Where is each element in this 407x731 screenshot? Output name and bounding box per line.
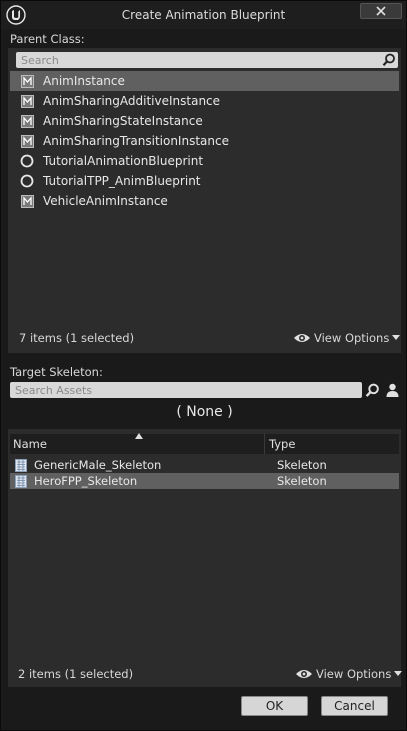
class-icon bbox=[20, 194, 34, 208]
parent-class-item-count: 7 items (1 selected) bbox=[19, 331, 135, 345]
parent-class-search-bar bbox=[16, 52, 398, 68]
search-icon bbox=[382, 53, 395, 66]
column-divider[interactable] bbox=[264, 434, 265, 454]
table-row[interactable]: GenericMale_Skeleton Skeleton bbox=[10, 457, 399, 473]
parent-class-label: Parent Class: bbox=[10, 32, 85, 46]
skeleton-search-input[interactable] bbox=[10, 382, 362, 398]
title-bar[interactable]: Create Animation Blueprint bbox=[1, 1, 406, 29]
skeleton-item-count: 2 items (1 selected) bbox=[18, 667, 134, 681]
cancel-button[interactable]: Cancel bbox=[321, 696, 388, 716]
class-icon bbox=[20, 114, 34, 128]
parent-class-search-input[interactable] bbox=[16, 52, 398, 68]
chevron-down-icon bbox=[394, 671, 403, 676]
skeleton-table-header: Name Type bbox=[10, 433, 399, 454]
circle-icon bbox=[20, 154, 34, 168]
class-item-label: AnimInstance bbox=[43, 74, 125, 88]
class-item-tutorialanimationblueprint[interactable]: TutorialAnimationBlueprint bbox=[10, 151, 399, 171]
table-row[interactable]: HeroFPP_Skeleton Skeleton bbox=[10, 473, 399, 489]
class-item-animinstance[interactable]: AnimInstance bbox=[10, 71, 399, 91]
view-options-label: View Options bbox=[316, 667, 392, 681]
class-item-label: AnimSharingTransitionInstance bbox=[43, 134, 229, 148]
class-item-label: AnimSharingAdditiveInstance bbox=[43, 94, 221, 108]
search-button[interactable] bbox=[381, 52, 397, 68]
close-button[interactable] bbox=[360, 3, 402, 19]
class-item-label: TutorialTPP_AnimBlueprint bbox=[43, 174, 201, 188]
chevron-down-icon bbox=[392, 335, 401, 340]
ok-button[interactable]: OK bbox=[241, 696, 308, 716]
parent-class-view-options[interactable]: View Options bbox=[293, 331, 401, 345]
column-header-type[interactable]: Type bbox=[269, 437, 295, 451]
class-item-animsharingtransitioninstance[interactable]: AnimSharingTransitionInstance bbox=[10, 131, 399, 151]
skeleton-table: GenericMale_Skeleton Skeleton HeroFPP_Sk… bbox=[10, 457, 399, 489]
eye-icon bbox=[296, 670, 312, 678]
class-item-animsharingadditiveinstance[interactable]: AnimSharingAdditiveInstance bbox=[10, 91, 399, 111]
parent-class-list: AnimInstance AnimSharingAdditiveInstance… bbox=[10, 71, 399, 211]
eye-icon bbox=[294, 334, 310, 342]
class-item-label: TutorialAnimationBlueprint bbox=[43, 154, 204, 168]
target-skeleton-label: Target Skeleton: bbox=[10, 365, 103, 379]
user-icon bbox=[386, 383, 398, 397]
class-item-label: AnimSharingStateInstance bbox=[43, 114, 203, 128]
skeleton-search-bar bbox=[10, 382, 362, 398]
skeleton-asset-icon bbox=[15, 458, 27, 472]
skeleton-asset-icon bbox=[15, 474, 27, 488]
class-icon bbox=[20, 134, 34, 148]
row-name: GenericMale_Skeleton bbox=[34, 458, 162, 472]
view-options-label: View Options bbox=[314, 331, 390, 345]
class-icon bbox=[20, 94, 34, 108]
class-item-label: VehicleAnimInstance bbox=[43, 194, 168, 208]
skeleton-search-button[interactable] bbox=[364, 382, 380, 398]
class-item-tutorialtpp-animblueprint[interactable]: TutorialTPP_AnimBlueprint bbox=[10, 171, 399, 191]
filter-user-button[interactable] bbox=[384, 382, 400, 398]
skeleton-view-options[interactable]: View Options bbox=[295, 667, 403, 681]
class-item-vehicleaniminstance[interactable]: VehicleAnimInstance bbox=[10, 191, 399, 211]
column-header-name[interactable]: Name bbox=[13, 437, 47, 451]
class-item-animsharingstateinstance[interactable]: AnimSharingStateInstance bbox=[10, 111, 399, 131]
dialog-window: Create Animation Blueprint Parent Class:… bbox=[0, 0, 407, 731]
row-type: Skeleton bbox=[277, 458, 327, 472]
row-name: HeroFPP_Skeleton bbox=[34, 474, 138, 488]
sort-ascending-icon[interactable] bbox=[135, 433, 143, 439]
circle-icon bbox=[20, 174, 34, 188]
row-type: Skeleton bbox=[277, 474, 327, 488]
window-title: Create Animation Blueprint bbox=[121, 8, 286, 22]
search-icon bbox=[365, 383, 379, 397]
current-skeleton-value: ( None ) bbox=[176, 404, 233, 420]
class-icon bbox=[20, 74, 34, 88]
close-icon bbox=[376, 6, 386, 16]
